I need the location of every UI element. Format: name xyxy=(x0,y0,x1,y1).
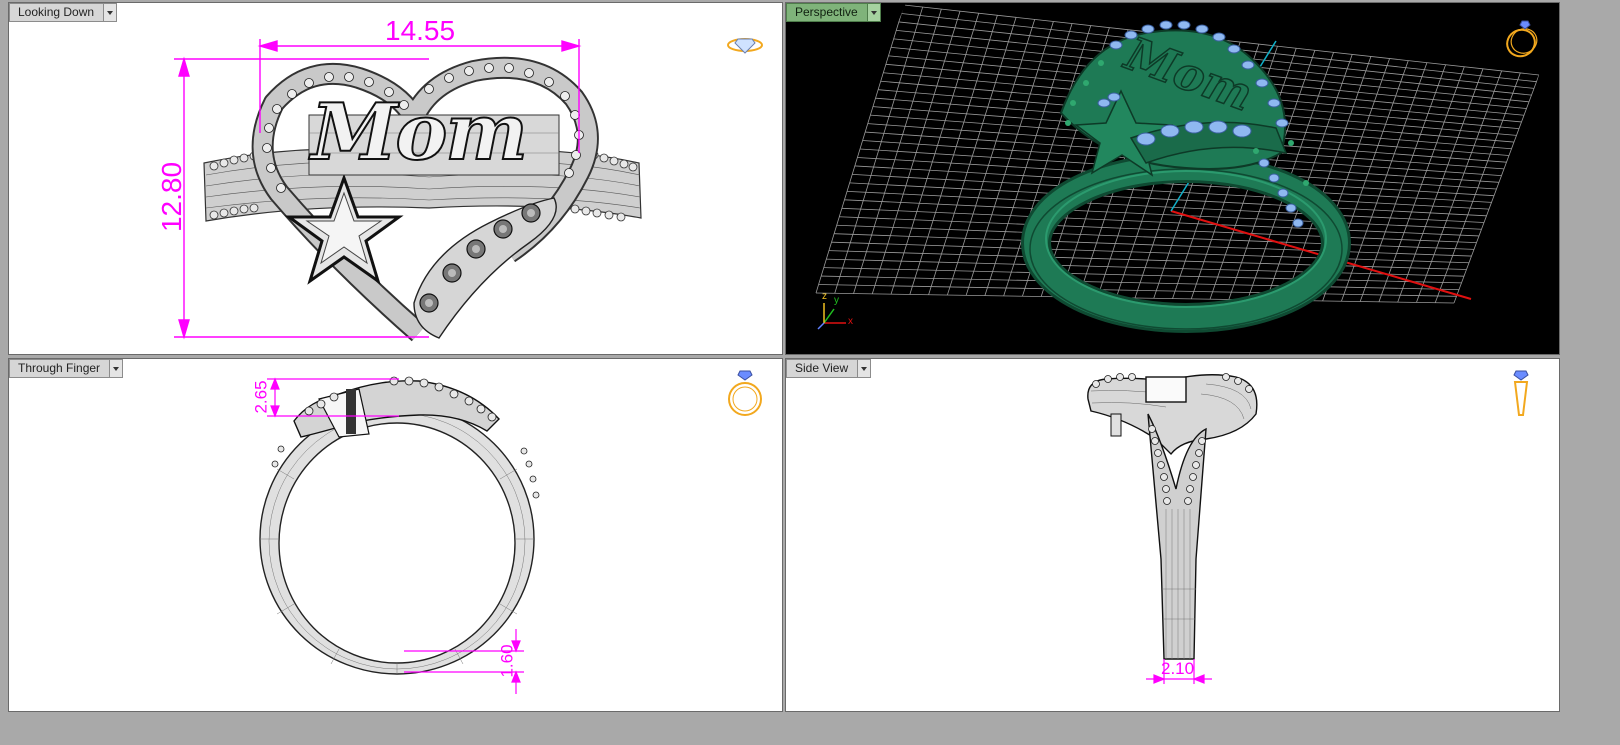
viewport-perspective[interactable]: Perspective Mom x y z xyxy=(785,2,1560,355)
viewport-tab-through-finger[interactable]: Through Finger xyxy=(9,359,124,378)
viewport-tab-perspective[interactable]: Perspective xyxy=(786,3,881,22)
grid-line xyxy=(1434,72,1521,303)
grid-line xyxy=(849,182,1487,217)
axis-x-label: x xyxy=(848,316,853,327)
grid-line xyxy=(1378,66,1465,302)
dimension-shank-width: 2.10 xyxy=(1161,659,1195,678)
chevron-down-icon[interactable] xyxy=(110,359,124,378)
dimension-width: 14.55 xyxy=(385,15,456,46)
grid-line xyxy=(1453,74,1540,304)
ring-side-icon[interactable] xyxy=(1506,369,1536,419)
axis-z-label: z xyxy=(822,291,827,302)
viewport-label: Through Finger xyxy=(9,359,111,378)
dimension-head-height: 2.65 xyxy=(251,380,271,414)
viewport-label: Perspective xyxy=(786,3,868,22)
grid-line xyxy=(841,207,1480,237)
grid-line xyxy=(826,258,1465,277)
viewport-through-finger[interactable]: Through Finger 2.65 1.60 xyxy=(8,358,783,712)
ring-top-icon[interactable] xyxy=(725,33,765,57)
viewport-tab-side-view[interactable]: Side View xyxy=(786,359,872,378)
grid-line xyxy=(1397,68,1484,303)
viewport-label: Looking Down xyxy=(9,3,105,22)
chevron-down-icon[interactable] xyxy=(104,3,118,22)
dimension-height: 12.80 xyxy=(156,161,188,233)
grid-line xyxy=(828,250,1467,270)
ring-perspective-icon[interactable] xyxy=(1502,17,1542,59)
top-view-model xyxy=(174,39,642,342)
through-finger-model xyxy=(259,376,540,694)
grid-line xyxy=(1359,64,1446,302)
chevron-down-icon[interactable] xyxy=(867,3,881,22)
viewport-side-view[interactable]: Side View 2.10 xyxy=(785,358,1560,712)
grid-line xyxy=(1416,70,1503,303)
engraving-text: Mom xyxy=(310,86,529,179)
grid-line xyxy=(847,190,1485,223)
dimension-shank-thickness: 1.60 xyxy=(497,644,517,678)
grid-line xyxy=(839,216,1477,244)
ring-front-icon[interactable] xyxy=(725,369,765,419)
grid-line xyxy=(821,275,1460,290)
chevron-down-icon[interactable] xyxy=(858,359,872,378)
viewport-looking-down[interactable]: Looking Down Mom 14.55 12.80 xyxy=(8,2,783,355)
axis-y-label: y xyxy=(834,295,839,306)
viewport-tab-looking-down[interactable]: Looking Down xyxy=(9,3,118,22)
grid-line xyxy=(823,267,1462,284)
viewport-label: Side View xyxy=(786,359,859,378)
grid-line xyxy=(844,199,1482,230)
